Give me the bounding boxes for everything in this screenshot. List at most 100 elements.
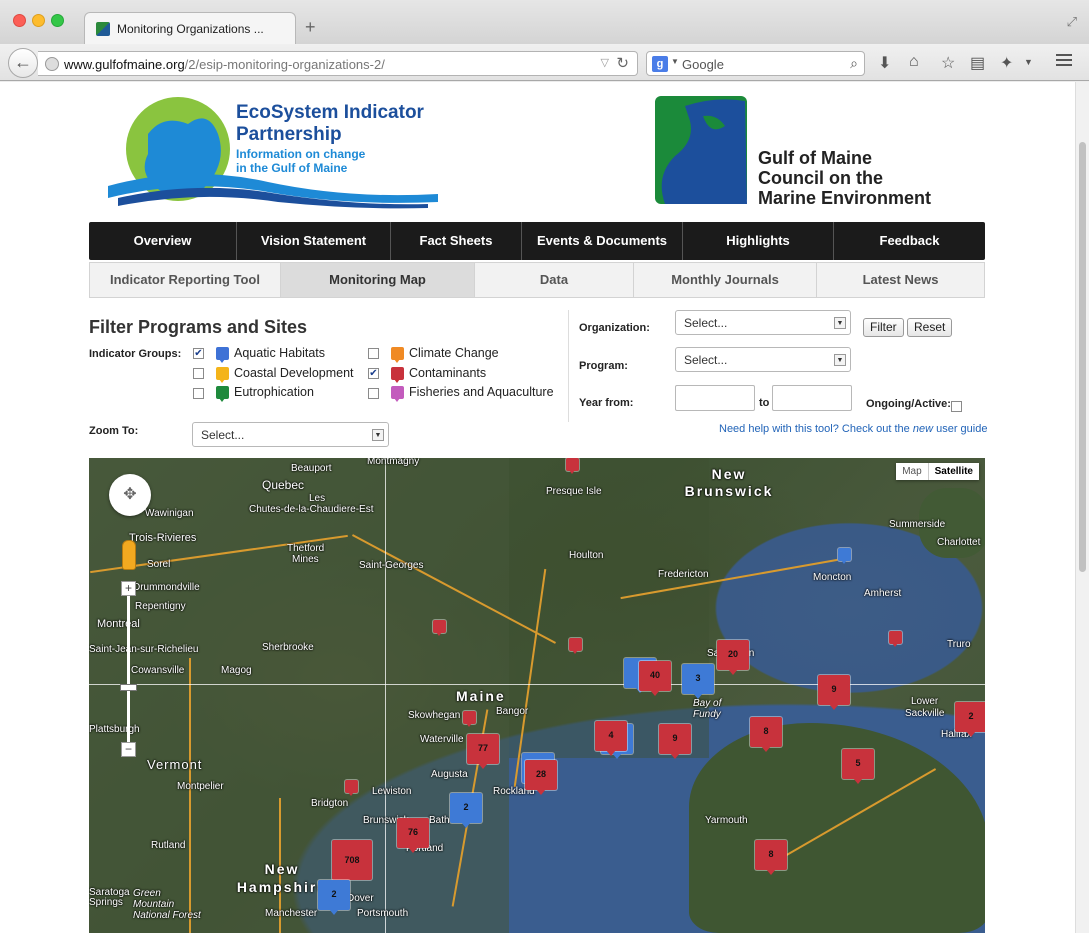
url-text[interactable]: www.gulfofmaine.org/2/esip-monitoring-or… [64, 57, 385, 72]
map-label: Sorel [147, 559, 171, 570]
minimize-window-icon[interactable] [32, 14, 45, 27]
climate-change-checkbox[interactable] [368, 348, 379, 359]
nav-overview[interactable]: Overview [89, 222, 237, 260]
nav-fact-sheets[interactable]: Fact Sheets [391, 222, 522, 260]
url-history-dropdown-icon[interactable]: ▽ [601, 56, 609, 69]
zoom-to-value: Select... [201, 428, 245, 442]
aquatic-habitats-checkbox[interactable]: ✔ [193, 348, 204, 359]
region-label: Maine [456, 688, 506, 704]
map-label: Montreal [97, 618, 140, 630]
cluster-marker[interactable]: 2 [955, 702, 985, 737]
map-type-map-button[interactable]: Map [896, 463, 928, 480]
reload-icon[interactable]: ↻ [616, 54, 629, 72]
cluster-marker[interactable]: 8 [755, 840, 787, 875]
browser-toolbar: ← www.gulfofmaine.org/2/esip-monitoring-… [0, 44, 1089, 81]
tab-monitoring-map[interactable]: Monitoring Map [281, 263, 475, 297]
bookmarks-list-icon[interactable]: ▤ [970, 53, 985, 73]
nav-feedback[interactable]: Feedback [834, 222, 985, 260]
site-marker[interactable] [838, 548, 851, 564]
street-view-pegman-icon[interactable] [122, 540, 136, 570]
tab-data[interactable]: Data [475, 263, 634, 297]
site-marker[interactable] [566, 458, 579, 474]
zoom-out-button[interactable]: − [121, 742, 136, 757]
site-marker[interactable] [889, 631, 902, 647]
nav-vision-statement[interactable]: Vision Statement [237, 222, 391, 260]
reset-button[interactable]: Reset [907, 318, 953, 337]
engine-dropdown-icon[interactable]: ▼ [671, 57, 679, 66]
menu-icon[interactable] [1056, 54, 1072, 69]
site-marker[interactable] [569, 638, 582, 654]
search-bar[interactable]: g ▼ Google ⌕ [646, 51, 865, 76]
google-engine-icon[interactable]: g [652, 56, 668, 72]
cluster-marker[interactable]: 20 [717, 640, 749, 675]
cluster-marker[interactable]: 2 [318, 880, 350, 915]
back-button[interactable]: ← [8, 48, 38, 78]
extension-dropdown-icon[interactable]: ▼ [1024, 57, 1033, 67]
cluster-marker[interactable]: 8 [750, 717, 782, 752]
cluster-marker[interactable]: 9 [818, 675, 850, 710]
zoom-to-select[interactable]: Select... ▼ [192, 422, 389, 447]
tab-latest-news[interactable]: Latest News [817, 263, 984, 297]
program-select[interactable]: Select... ▼ [675, 347, 851, 372]
gulf-of-maine-council-logo[interactable]: Gulf of Maine Council on the Marine Envi… [655, 96, 955, 208]
organization-select[interactable]: Select... ▼ [675, 310, 851, 335]
site-marker[interactable] [463, 711, 476, 727]
eutrophication-checkbox[interactable] [193, 388, 204, 399]
extension-icon[interactable]: ✦ [1000, 53, 1013, 73]
cluster-marker[interactable]: 28 [525, 760, 557, 795]
page-scrollbar[interactable] [1075, 82, 1089, 933]
tab-title: Monitoring Organizations ... [117, 22, 264, 36]
pan-control-icon[interactable]: ✥ [109, 474, 151, 516]
bookmark-star-icon[interactable]: ☆ [941, 53, 955, 73]
search-icon[interactable]: ⌕ [850, 55, 858, 72]
esip-logo[interactable]: EcoSystem Indicator Partnership Informat… [108, 94, 438, 209]
panel-divider [568, 310, 569, 422]
cluster-marker[interactable]: 4 [595, 721, 627, 756]
zoom-slider-handle[interactable] [120, 684, 137, 691]
cluster-marker[interactable]: 5 [842, 749, 874, 784]
cluster-marker[interactable]: 3 [682, 664, 714, 699]
climate-change-marker-icon [391, 347, 404, 363]
url-path: /2/esip-monitoring-organizations-2/ [184, 57, 385, 72]
zoom-window-icon[interactable] [51, 14, 64, 27]
filter-button[interactable]: Filter [863, 318, 904, 337]
monitoring-map[interactable]: Beauport Montmagny Quebec Les Chutes-de-… [89, 458, 985, 933]
fullscreen-icon[interactable]: ⤢ [1067, 14, 1077, 30]
nav-highlights[interactable]: Highlights [683, 222, 834, 260]
map-label: Lower [911, 696, 939, 707]
cluster-marker[interactable]: 76 [397, 818, 429, 853]
cluster-marker[interactable]: 2 [450, 793, 482, 828]
nav-events-documents[interactable]: Events & Documents [522, 222, 683, 260]
ongoing-active-checkbox[interactable] [951, 401, 962, 412]
year-to-input[interactable] [772, 385, 852, 411]
tab-indicator-reporting-tool[interactable]: Indicator Reporting Tool [90, 263, 281, 297]
cluster-marker[interactable]: 9 [659, 724, 691, 759]
url-bar[interactable]: www.gulfofmaine.org/2/esip-monitoring-or… [38, 51, 638, 76]
fisheries-aquaculture-checkbox[interactable] [368, 388, 379, 399]
help-emphasis: new [912, 423, 934, 435]
map-label: Lewiston [372, 786, 412, 797]
site-marker[interactable] [433, 620, 446, 636]
new-tab-button[interactable]: + [305, 18, 316, 36]
scrollbar-thumb[interactable] [1079, 142, 1086, 572]
tab-monthly-journals[interactable]: Monthly Journals [634, 263, 817, 297]
year-from-input[interactable] [675, 385, 755, 411]
cluster-marker[interactable]: 77 [467, 734, 499, 769]
zoom-in-button[interactable]: + [121, 581, 136, 596]
zoom-to-label: Zoom To: [89, 425, 139, 437]
site-marker[interactable] [345, 780, 358, 796]
browser-tab[interactable]: Monitoring Organizations ... [84, 12, 296, 44]
web-page: EcoSystem Indicator Partnership Informat… [0, 82, 1075, 933]
cluster-marker[interactable]: 708 [332, 840, 372, 880]
map-type-satellite-button[interactable]: Satellite [927, 463, 979, 480]
eutrophication-marker-icon [216, 386, 229, 402]
cluster-marker[interactable]: 40 [639, 661, 671, 696]
home-icon[interactable]: ⌂ [909, 53, 919, 71]
contaminants-checkbox[interactable]: ✔ [368, 368, 379, 379]
download-icon[interactable]: ⬇ [878, 53, 891, 73]
zoom-slider-track[interactable] [127, 586, 130, 751]
close-window-icon[interactable] [13, 14, 26, 27]
coastal-development-checkbox[interactable] [193, 368, 204, 379]
fisheries-aquaculture-marker-icon [391, 386, 404, 402]
user-guide-link[interactable]: Need help with this tool? Check out the … [719, 423, 987, 435]
